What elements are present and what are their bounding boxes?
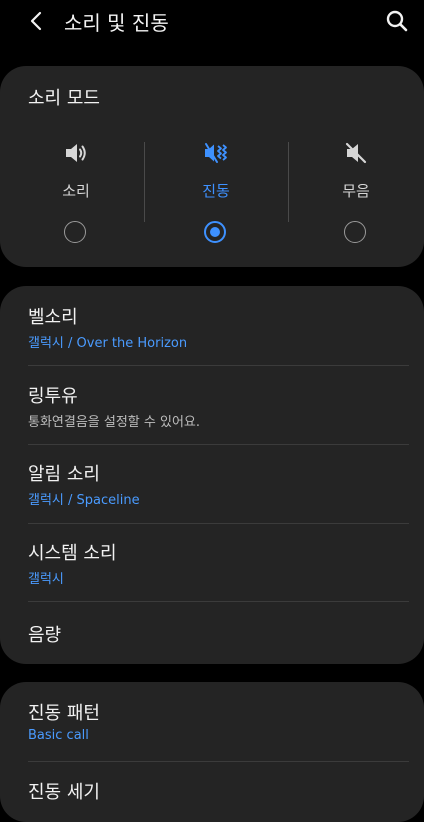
list-item-subtitle: 갤럭시 / Over the Horizon	[28, 336, 188, 351]
sound-mode-label: 소리	[62, 182, 90, 200]
list-item-volume[interactable]: 음량	[0, 602, 424, 664]
sound-mode-option-mute[interactable]: 무음	[286, 140, 424, 250]
list-item-subtitle: 통화연결음을 설정할 수 있어요.	[28, 415, 201, 430]
list-item-vibration-pattern[interactable]: 진동 패턴 Basic call	[0, 682, 424, 761]
list-item-ringback[interactable]: 링투유 통화연결음을 설정할 수 있어요.	[0, 366, 424, 444]
list-item-title: 링투유	[28, 386, 78, 407]
radio-button-selected[interactable]	[204, 221, 226, 243]
sound-mode-title: 소리 모드	[28, 88, 100, 109]
list-item-title: 진동 세기	[28, 782, 100, 803]
vibrate-icon	[205, 143, 227, 163]
search-icon[interactable]	[384, 8, 410, 34]
sound-mode-option-sound[interactable]: 소리	[6, 140, 146, 250]
vibration-settings-card: 진동 패턴 Basic call 진동 세기	[0, 682, 424, 822]
page-title: 소리 및 진동	[64, 11, 169, 35]
divider	[144, 142, 145, 222]
list-item-subtitle: 갤럭시	[28, 572, 64, 587]
sound-mode-option-vibrate[interactable]: 진동	[146, 140, 286, 250]
list-item-subtitle: Basic call	[28, 728, 89, 743]
list-item-notification-sound[interactable]: 알림 소리 갤럭시 / Spaceline	[0, 445, 424, 523]
speaker-icon	[66, 144, 86, 162]
sound-mode-label: 무음	[342, 182, 370, 200]
list-item-title: 시스템 소리	[28, 543, 117, 564]
list-item-vibration-intensity[interactable]: 진동 세기	[0, 762, 424, 822]
mute-icon	[345, 142, 367, 164]
list-item-system-sound[interactable]: 시스템 소리 갤럭시	[0, 524, 424, 602]
sound-settings-card: 벨소리 갤럭시 / Over the Horizon 링투유 통화연결음을 설정…	[0, 286, 424, 664]
radio-button[interactable]	[64, 221, 86, 243]
list-item-title: 음량	[28, 625, 62, 646]
list-item-ringtone[interactable]: 벨소리 갤럭시 / Over the Horizon	[0, 286, 424, 365]
list-item-title: 알림 소리	[28, 464, 100, 485]
sound-mode-card: 소리 모드 소리 진동 무음	[0, 66, 424, 267]
list-item-title: 벨소리	[28, 307, 78, 328]
list-item-title: 진동 패턴	[28, 703, 100, 724]
chevron-left-icon[interactable]	[24, 8, 50, 34]
app-bar: 소리 및 진동	[0, 0, 424, 44]
list-item-subtitle: 갤럭시 / Spaceline	[28, 493, 140, 508]
radio-button[interactable]	[344, 221, 366, 243]
sound-mode-label: 진동	[202, 182, 230, 200]
